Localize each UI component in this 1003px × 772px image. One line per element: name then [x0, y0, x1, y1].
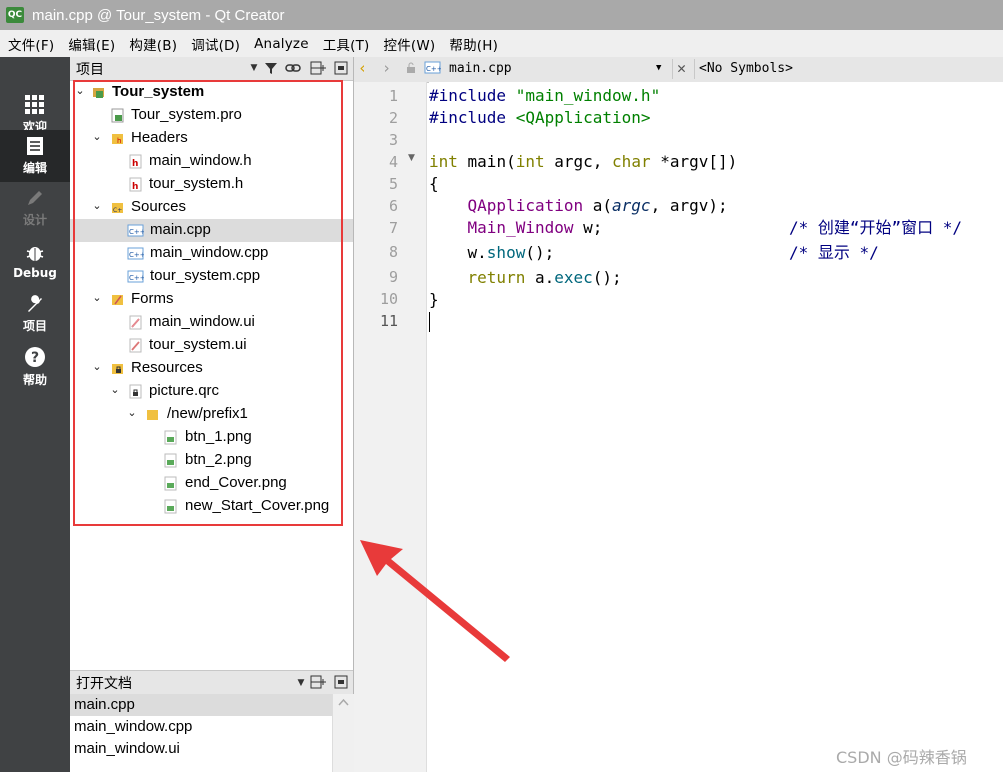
line-number: 7	[388, 219, 398, 237]
menu-build[interactable]: 构建(B)	[121, 34, 183, 54]
menu-widgets[interactable]: 控件(W)	[376, 34, 442, 54]
open-document-item[interactable]: main_window.cpp	[70, 716, 332, 738]
toolbar-separator	[672, 59, 673, 79]
menu-debug[interactable]: 调试(D)	[183, 34, 246, 54]
chevron-up-icon[interactable]	[333, 695, 354, 709]
mode-projects[interactable]: 项目	[0, 288, 70, 340]
close-panel-icon[interactable]	[333, 61, 349, 75]
code-editor[interactable]: #include "main_window.h" #include <QAppl…	[429, 82, 1003, 772]
code-comment: /* 显示 */	[789, 243, 879, 262]
open-documents-title: 打开文档	[76, 675, 132, 692]
open-document-item[interactable]: main_window.ui	[70, 738, 332, 760]
split-icon[interactable]	[310, 675, 326, 689]
cpp-file-icon: C++	[424, 60, 443, 79]
dropdown-arrow-icon[interactable]: ▼	[293, 676, 309, 690]
dropdown-arrow-icon[interactable]: ▼	[246, 61, 262, 75]
mode-label: 设计	[22, 213, 47, 227]
code-line: w.show();	[429, 243, 555, 262]
current-file-selector[interactable]: main.cpp	[449, 61, 512, 76]
wrench-icon	[28, 295, 42, 312]
mode-sidebar: 欢迎 编辑 设计 Debug 项目 ? 帮助	[0, 57, 70, 772]
menu-edit[interactable]: 编辑(E)	[60, 34, 121, 54]
code-line: QApplication a(argc, argv);	[467, 196, 728, 215]
mode-help[interactable]: ? 帮助	[0, 341, 70, 393]
pencil-icon	[28, 191, 42, 205]
open-documents-list: main.cpp main_window.cpp main_window.ui	[70, 694, 332, 772]
menu-file[interactable]: 文件(F)	[0, 34, 60, 54]
code-line: }	[429, 290, 439, 309]
toolbar-separator	[694, 59, 695, 79]
back-arrow-icon[interactable]: ‹	[358, 59, 367, 77]
open-document-item[interactable]: main.cpp	[70, 694, 332, 716]
line-number: 3	[388, 131, 398, 149]
menu-help[interactable]: 帮助(H)	[441, 34, 504, 54]
mode-label: Debug	[13, 265, 57, 280]
symbols-selector[interactable]: <No Symbols>	[699, 61, 793, 76]
dropdown-arrow-icon[interactable]: ▼	[656, 63, 661, 73]
line-number-current: 11	[379, 312, 398, 330]
document-icon	[27, 137, 43, 155]
line-number: 1	[388, 87, 398, 105]
code-line: int main(int argc, char *argv[])	[429, 152, 738, 171]
title-bar: QC main.cpp @ Tour_system - Qt Creator	[0, 0, 1003, 30]
line-number: 4	[388, 153, 398, 171]
project-panel-title: 项目	[76, 61, 104, 78]
code-comment: /* 创建“开始”窗口 */	[789, 218, 963, 237]
menu-analyze[interactable]: Analyze	[246, 36, 315, 52]
forward-arrow-icon[interactable]: ›	[382, 59, 391, 77]
text-cursor	[429, 312, 430, 332]
window-title: main.cpp @ Tour_system - Qt Creator	[32, 6, 285, 24]
line-number-gutter: 1 2 3 4 5 6 7 8 9 10 11	[354, 82, 427, 772]
watermark-text: CSDN @码辣香锅	[836, 748, 967, 767]
fold-arrow-icon[interactable]: ▼	[408, 153, 415, 163]
line-number: 8	[388, 243, 398, 261]
link-icon[interactable]	[285, 61, 301, 75]
help-icon: ?	[25, 347, 45, 367]
mode-label: 帮助	[22, 373, 47, 387]
code-line: {	[429, 174, 439, 193]
filter-icon[interactable]	[263, 61, 279, 75]
menu-bar: 文件(F) 编辑(E) 构建(B) 调试(D) Analyze 工具(T) 控件…	[0, 30, 1003, 57]
mode-debug[interactable]: Debug	[0, 235, 70, 287]
svg-text:?: ?	[31, 350, 39, 366]
close-icon[interactable]: ✕	[677, 59, 686, 77]
open-documents-header: 打开文档 ▼	[70, 670, 353, 695]
project-panel-header: 项目 ▼	[70, 57, 353, 81]
line-number: 5	[388, 175, 398, 193]
qt-creator-logo-icon: QC	[6, 7, 24, 23]
code-line: #include <QApplication>	[429, 108, 651, 127]
bug-icon	[26, 246, 44, 261]
line-number: 6	[388, 197, 398, 215]
line-number: 9	[388, 268, 398, 286]
mode-design[interactable]: 设计	[0, 182, 70, 234]
code-line: Main_Window w;	[467, 218, 603, 237]
mode-label: 编辑	[22, 161, 47, 175]
annotation-arrow	[360, 540, 510, 662]
code-line: return a.exec();	[467, 268, 622, 287]
mode-label: 项目	[22, 319, 47, 333]
editor-toolbar: ‹ › C++ main.cpp ▼ ✕ <No Symbols>	[354, 57, 1003, 83]
close-panel-icon[interactable]	[333, 675, 349, 689]
line-number: 10	[379, 290, 398, 308]
menu-tools[interactable]: 工具(T)	[315, 34, 376, 54]
code-line: #include "main_window.h"	[429, 86, 661, 105]
lock-icon	[406, 62, 416, 78]
split-icon[interactable]	[310, 61, 326, 75]
line-number: 2	[388, 109, 398, 127]
scrollbar[interactable]	[332, 694, 354, 772]
svg-text:C++: C++	[426, 65, 441, 73]
highlight-annotation-box	[73, 80, 343, 526]
mode-edit[interactable]: 编辑	[0, 130, 70, 182]
grid-icon	[25, 95, 44, 114]
